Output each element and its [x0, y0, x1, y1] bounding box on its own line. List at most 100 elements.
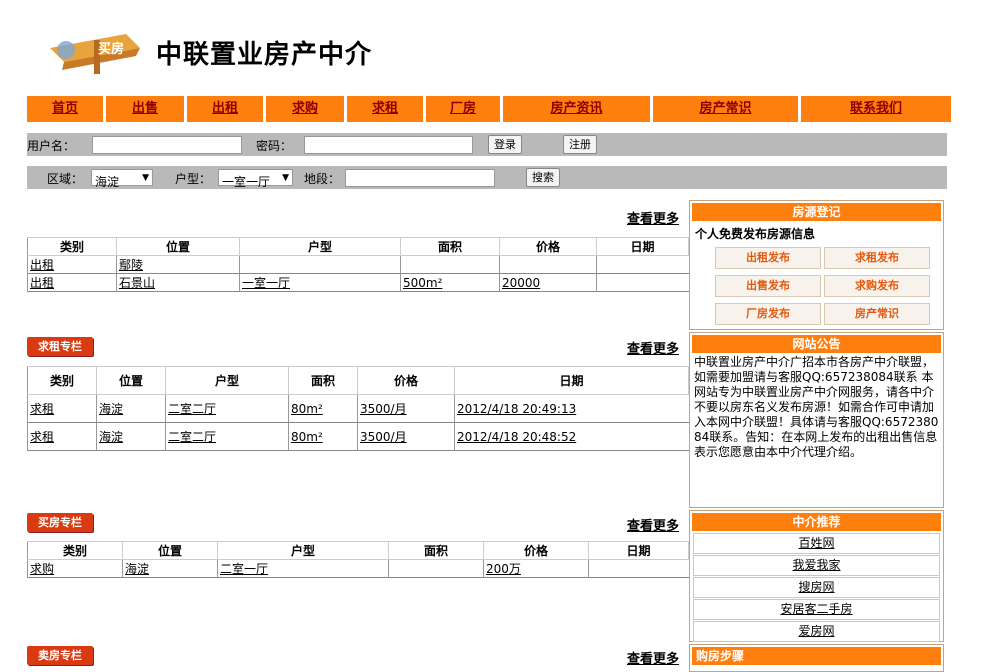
col-header: 价格 — [483, 541, 589, 560]
cell-category[interactable]: 出租 — [27, 255, 117, 274]
cell-date[interactable]: 2012/4/18 20:48:52 — [454, 422, 689, 451]
col-header: 价格 — [499, 237, 597, 256]
cell-category[interactable]: 求租 — [27, 422, 97, 451]
notice-panel: 网站公告 中联置业房产中介广招本市各房产中介联盟，如需要加盟请与客服QQ:657… — [689, 332, 944, 508]
nav-sell[interactable]: 出售 — [106, 96, 184, 122]
type-select-value: 一室一厅 — [222, 175, 271, 189]
cell-layout[interactable]: 二室二厅 — [165, 422, 289, 451]
cell-price[interactable]: 3500/月 — [357, 422, 455, 451]
col-header: 面积 — [388, 541, 484, 560]
want-buy-publish-button[interactable]: 求购发布 — [824, 275, 930, 297]
sell-publish-button[interactable]: 出售发布 — [715, 275, 821, 297]
main-nav: 首页 出售 出租 求购 求租 厂房 房产资讯 房产常识 联系我们 — [27, 96, 951, 122]
col-header: 日期 — [596, 237, 689, 256]
nav-want-buy[interactable]: 求购 — [266, 96, 344, 122]
username-label: 用户名： — [27, 139, 76, 153]
agent-link[interactable]: 搜房网 — [693, 577, 940, 598]
cell-date[interactable] — [596, 255, 689, 274]
want-rent-more-link[interactable]: 查看更多 — [627, 338, 679, 357]
buy-more-link[interactable]: 查看更多 — [627, 515, 679, 534]
cell-location[interactable]: 海淀 — [122, 559, 218, 578]
cell-location[interactable]: 海淀 — [96, 394, 166, 423]
username-input[interactable] — [92, 136, 242, 154]
buy-tag[interactable]: 买房专栏 — [27, 513, 93, 532]
col-header: 日期 — [454, 366, 689, 395]
nav-rent[interactable]: 出租 — [187, 96, 263, 122]
steps-title: 购房步骤 — [692, 647, 941, 665]
rent-publish-button[interactable]: 出租发布 — [715, 247, 821, 269]
nav-knowledge[interactable]: 房产常识 — [653, 96, 798, 122]
cell-area[interactable]: 500m² — [400, 273, 500, 292]
cell-category[interactable]: 求购 — [27, 559, 123, 578]
register-panel: 房源登记 个人免费发布房源信息 出租发布 求租发布 出售发布 求购发布 厂房发布… — [689, 200, 944, 330]
cell-date[interactable]: 2012/4/18 20:49:13 — [454, 394, 689, 423]
cell-category[interactable]: 出租 — [27, 273, 117, 292]
cell-layout[interactable]: 二室二厅 — [165, 394, 289, 423]
buy-table: 类别 位置 户型 面积 价格 日期 求购 海淀 二室一厅 200万 — [27, 541, 689, 578]
agent-link[interactable]: 安居客二手房 — [693, 599, 940, 620]
cell-area[interactable]: 80m² — [288, 394, 358, 423]
cell-layout[interactable]: 一室一厅 — [239, 273, 401, 292]
street-label: 地段： — [304, 172, 341, 186]
table-row: 出租 鄢陵 — [27, 255, 689, 274]
sell-more-link[interactable]: 查看更多 — [627, 648, 679, 667]
cell-price[interactable] — [499, 255, 597, 274]
site-logo[interactable]: 买房 — [44, 26, 148, 78]
cell-location[interactable]: 石景山 — [116, 273, 240, 292]
table-row: 求租 海淀 二室二厅 80m² 3500/月 2012/4/18 20:48:5… — [27, 422, 689, 451]
rent-more-link[interactable]: 查看更多 — [627, 208, 679, 227]
factory-publish-button[interactable]: 厂房发布 — [715, 303, 821, 325]
col-header: 户型 — [239, 237, 401, 256]
login-button[interactable]: 登录 — [488, 135, 522, 154]
col-header: 位置 — [96, 366, 166, 395]
notice-title: 网站公告 — [692, 335, 941, 353]
area-select[interactable]: 海淀 ▼ — [91, 169, 153, 189]
want-rent-tag[interactable]: 求租专栏 — [27, 337, 93, 356]
cell-date[interactable] — [596, 273, 689, 292]
password-input[interactable] — [304, 136, 473, 154]
col-header: 户型 — [165, 366, 289, 395]
cell-area[interactable]: 80m² — [288, 422, 358, 451]
nav-factory[interactable]: 厂房 — [426, 96, 500, 122]
steps-panel: 购房步骤 — [689, 644, 944, 672]
col-header: 面积 — [400, 237, 500, 256]
cell-category[interactable]: 求租 — [27, 394, 97, 423]
area-select-value: 海淀 — [95, 175, 120, 189]
cell-date[interactable] — [588, 559, 689, 578]
cell-price[interactable]: 3500/月 — [357, 394, 455, 423]
cell-area[interactable] — [400, 255, 500, 274]
search-button[interactable]: 搜索 — [526, 168, 560, 187]
site-title: 中联置业房产中介 — [156, 40, 373, 70]
nav-want-rent[interactable]: 求租 — [347, 96, 423, 122]
col-header: 位置 — [122, 541, 218, 560]
col-header: 类别 — [27, 541, 123, 560]
search-bar: 区域： 海淀 ▼ 户型： 一室一厅 ▼ 地段： 搜索 — [27, 166, 947, 189]
agents-title: 中介推荐 — [692, 513, 941, 531]
want-rent-publish-button[interactable]: 求租发布 — [824, 247, 930, 269]
chevron-down-icon: ▼ — [282, 173, 289, 183]
cell-location[interactable]: 鄢陵 — [116, 255, 240, 274]
col-header: 日期 — [588, 541, 689, 560]
agent-link[interactable]: 百姓网 — [693, 533, 940, 554]
type-label: 户型： — [175, 172, 212, 186]
register-subtitle: 个人免费发布房源信息 — [695, 227, 816, 241]
street-input[interactable] — [345, 169, 495, 187]
sell-tag[interactable]: 卖房专栏 — [27, 646, 93, 665]
agent-link[interactable]: 我爱我家 — [693, 555, 940, 576]
nav-contact[interactable]: 联系我们 — [801, 96, 951, 122]
cell-location[interactable]: 海淀 — [96, 422, 166, 451]
col-header: 位置 — [116, 237, 240, 256]
cell-layout[interactable] — [239, 255, 401, 274]
nav-home[interactable]: 首页 — [27, 96, 103, 122]
cell-layout[interactable]: 二室一厅 — [217, 559, 389, 578]
type-select[interactable]: 一室一厅 ▼ — [218, 169, 293, 189]
register-button[interactable]: 注册 — [563, 135, 597, 154]
notice-text: 中联置业房产中介广招本市各房产中介联盟，如需要加盟请与客服QQ:65723808… — [694, 355, 939, 459]
nav-news[interactable]: 房产资讯 — [503, 96, 650, 122]
col-header: 户型 — [217, 541, 389, 560]
cell-area[interactable] — [388, 559, 484, 578]
cell-price[interactable]: 200万 — [483, 559, 589, 578]
cell-price[interactable]: 20000 — [499, 273, 597, 292]
knowledge-button[interactable]: 房产常识 — [824, 303, 930, 325]
agent-link[interactable]: 爱房网 — [693, 621, 940, 642]
